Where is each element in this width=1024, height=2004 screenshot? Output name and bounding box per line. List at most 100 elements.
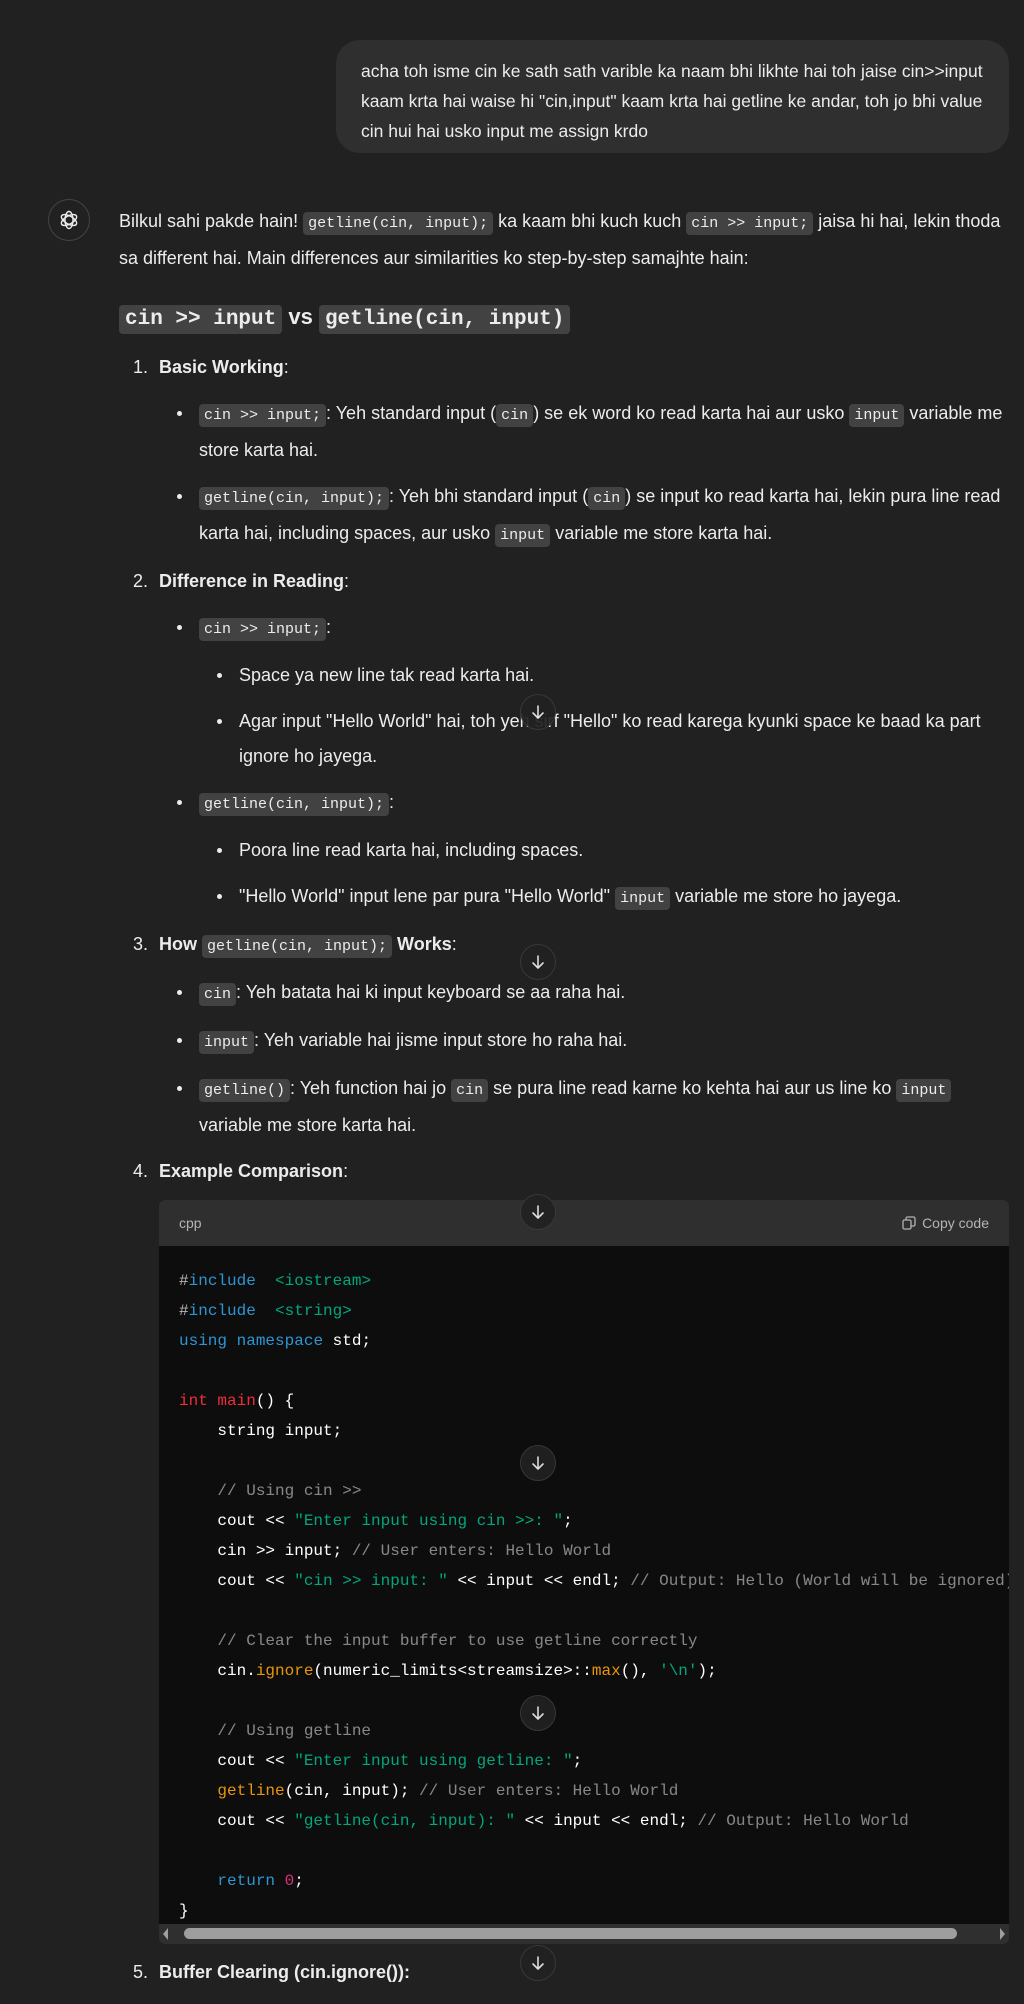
code-token: cout << <box>179 1812 295 1830</box>
text: Poora line read karta hai, including spa… <box>239 840 584 860</box>
code-token: // Output: Hello (World will be ignored) <box>630 1572 1009 1590</box>
text: : Yeh variable hai jisme input store ho … <box>254 1030 628 1050</box>
text: Agar input "Hello World" hai, toh yeh si… <box>239 711 981 766</box>
bullet-text: cin: Yeh batata hai ki input keyboard se… <box>199 975 1009 1012</box>
arrow-down-icon <box>532 1706 544 1720</box>
arrow-down-icon <box>532 705 544 719</box>
sub-bullet-list: Poora line read karta hai, including spa… <box>199 833 1009 916</box>
step-number: 5. <box>133 1962 149 1982</box>
sub-bullet-item: Agar input "Hello World" hai, toh yeh si… <box>199 704 1009 774</box>
bullet-item: cin: Yeh batata hai ki input keyboard se… <box>159 975 1009 1012</box>
bold-text: Works <box>392 934 452 954</box>
openai-logo-icon <box>60 210 78 230</box>
bullet-text: cin >> input;: <box>199 610 1009 647</box>
code-block: cpp Copy code #include <iostream> #include … <box>159 1200 1009 1944</box>
scroll-to-bottom-button[interactable] <box>520 694 556 730</box>
code-token: include <box>188 1302 256 1320</box>
horizontal-scrollbar[interactable] <box>159 1924 1009 1944</box>
code-token: main <box>217 1392 256 1410</box>
code-token: include <box>188 1272 256 1290</box>
code-token: // Output: Hello World <box>697 1812 909 1830</box>
scroll-to-bottom-button[interactable] <box>520 1945 556 1981</box>
text: "Hello World" input lene par pura "Hello… <box>239 886 616 906</box>
code-token: max <box>591 1662 621 1680</box>
code-token: () { <box>255 1392 295 1410</box>
code-block-header: cpp Copy code <box>159 1200 1009 1246</box>
copy-code-button[interactable]: Copy code <box>902 1206 989 1241</box>
scroll-to-bottom-button[interactable] <box>520 944 556 980</box>
text: variable me store ho jayega. <box>670 886 902 906</box>
text: variable me store karta hai. <box>550 523 773 543</box>
code-line: cout << "getline(cin, input): " << input… <box>179 1806 1009 1836</box>
scroll-left-arrow-icon[interactable] <box>163 1928 168 1940</box>
step-title: Difference in Reading: <box>159 564 1009 599</box>
text: : <box>344 571 350 591</box>
code-line: string input; <box>179 1416 1009 1446</box>
code-token: // Clear the input buffer to use getline… <box>217 1632 698 1650</box>
scroll-to-bottom-button[interactable] <box>520 1194 556 1230</box>
step-item: 5. Buffer Clearing (cin.ignore()): <box>119 1955 1009 1990</box>
code-token: (), <box>620 1662 660 1680</box>
bullet-item: cin >> input;: Space ya new line tak read… <box>159 610 1009 774</box>
code-line: } <box>179 1896 1009 1924</box>
inline-code: input <box>896 1079 952 1102</box>
bullet-list: cin >> input;: Yeh standard input (cin) … <box>159 396 1009 553</box>
sub-bullet-item: "Hello World" input lene par pura "Hello… <box>199 879 1009 916</box>
step-item: 3. How getline(cin, input); Works: cin: Ye… <box>119 927 1009 1143</box>
step-number: 2. <box>133 571 149 591</box>
code-token: ; <box>294 1872 304 1890</box>
step-number: 4. <box>133 1161 149 1181</box>
code-line: int main() { <box>179 1386 1009 1416</box>
intro-paragraph: Bilkul sahi pakde hain! getline(cin, inp… <box>119 204 1009 276</box>
arrow-down-icon <box>532 1456 544 1470</box>
code-token: ; <box>572 1752 583 1770</box>
code-token: "Enter input using getline: " <box>294 1752 573 1770</box>
scroll-to-bottom-button[interactable] <box>520 1445 556 1481</box>
code-token: // User enters: Hello World <box>419 1782 679 1800</box>
text: : Yeh bhi standard input ( <box>389 486 589 506</box>
bullet-item: getline(cin, input);: Poora line read kar… <box>159 785 1009 916</box>
text: : <box>343 1161 349 1181</box>
inline-code: cin >> input; <box>199 618 327 641</box>
text: vs <box>282 304 319 329</box>
code-token: int <box>179 1392 208 1410</box>
code-token: <iostream> <box>275 1272 372 1290</box>
code-token: cin >> input; <box>179 1542 352 1560</box>
inline-code: cin <box>199 983 237 1006</box>
bold-text: Basic Working <box>159 357 284 377</box>
text: : Yeh batata hai ki input keyboard se aa… <box>236 982 626 1002</box>
inline-code: input <box>615 887 671 910</box>
inline-code: getline(cin, input); <box>202 935 393 958</box>
text: ) se ek word ko read karta hai aur usko <box>533 403 850 423</box>
bullet-item: getline(cin, input);: Yeh bhi standard i… <box>159 479 1009 553</box>
step-title: Buffer Clearing (cin.ignore()): <box>159 1955 1009 1990</box>
scroll-to-bottom-button[interactable] <box>520 1695 556 1731</box>
text: : Yeh standard input ( <box>326 403 497 423</box>
inline-code: cin >> input; <box>199 404 327 427</box>
code-token: string input; <box>179 1422 343 1440</box>
scroll-right-arrow-icon[interactable] <box>1000 1928 1005 1940</box>
bullet-list: cin >> input;: Space ya new line tak read… <box>159 610 1009 916</box>
bold-text: Difference in Reading <box>159 571 345 591</box>
scrollbar-thumb[interactable] <box>184 1928 957 1939</box>
code-token: // Using getline <box>217 1722 372 1740</box>
code-line: // Using cin >> <box>179 1476 1009 1506</box>
step-title: Example Comparison: <box>159 1154 1009 1189</box>
inline-code: input <box>495 524 551 547</box>
code-line: cout << "Enter input using getline: "; <box>179 1746 1009 1776</box>
code-token: "getline(cin, input): " <box>294 1812 516 1830</box>
bullet-item: getline(): Yeh function hai jo cin se pu… <box>159 1071 1009 1143</box>
step-item: 2. Difference in Reading: cin >> input;: Sp… <box>119 564 1009 916</box>
code-token: // User enters: Hello World <box>351 1542 612 1560</box>
assistant-avatar <box>48 199 90 241</box>
step-title: How getline(cin, input); Works: <box>159 927 1009 964</box>
